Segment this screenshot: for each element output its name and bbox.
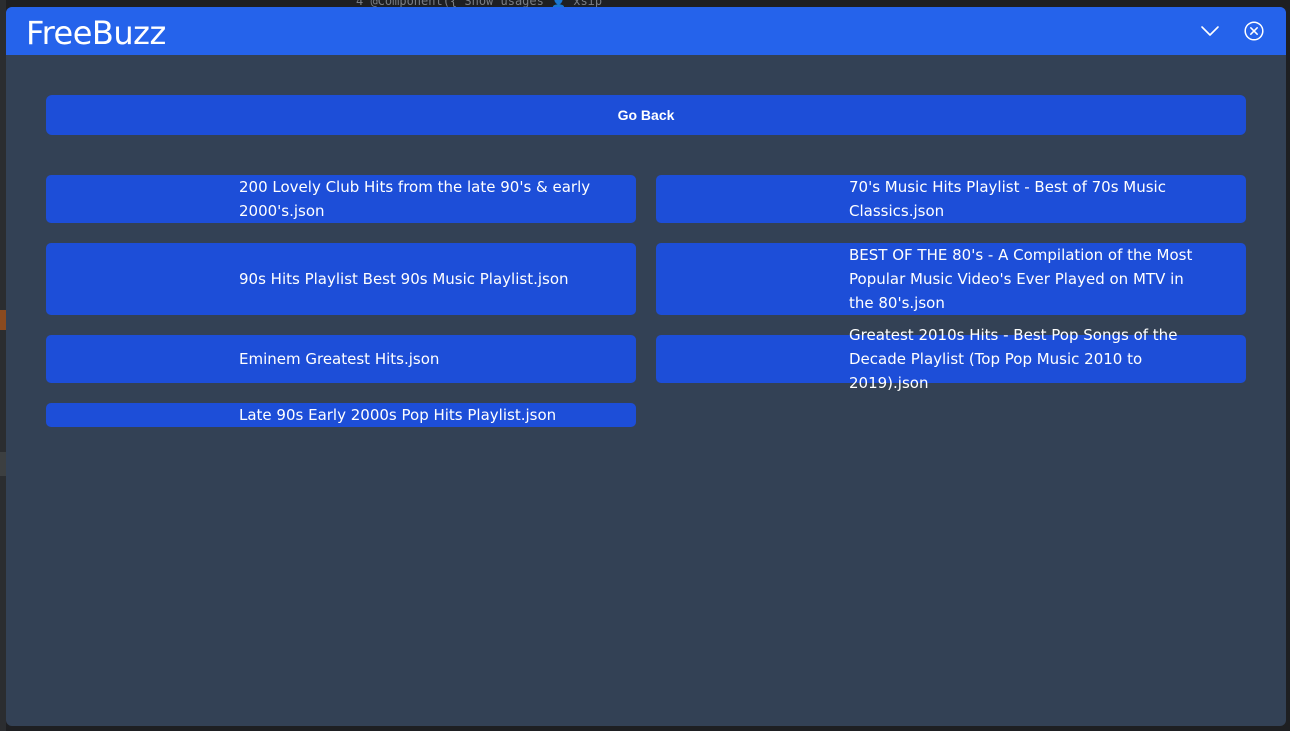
playlist-button[interactable]: Greatest 2010s Hits - Best Pop Songs of … [656, 326, 1246, 392]
playlist-button[interactable]: Eminem Greatest Hits.json [46, 335, 636, 383]
close-circle-icon [1244, 21, 1264, 41]
playlist-button[interactable]: BEST OF THE 80's - A Compilation of the … [656, 243, 1246, 315]
playlist-label: Eminem Greatest Hits.json [239, 350, 440, 368]
minimize-button[interactable] [1198, 19, 1222, 43]
playlist-button[interactable]: Late 90s Early 2000s Pop Hits Playlist.j… [46, 403, 636, 427]
playlist-label: 70's Music Hits Playlist - Best of 70s M… [849, 178, 1166, 220]
playlist-label: Late 90s Early 2000s Pop Hits Playlist.j… [239, 406, 557, 424]
playlist-label: 90s Hits Playlist Best 90s Music Playlis… [239, 270, 569, 288]
app-window: FreeBuzz Go Back 200 Lovely Club Hits fr… [6, 7, 1286, 726]
go-back-button[interactable]: Go Back [46, 95, 1246, 135]
playlist-button[interactable]: 70's Music Hits Playlist - Best of 70s M… [656, 175, 1246, 223]
title-bar[interactable]: FreeBuzz [6, 7, 1286, 55]
playlist-button[interactable]: 200 Lovely Club Hits from the late 90's … [46, 175, 636, 223]
playlist-label: 200 Lovely Club Hits from the late 90's … [239, 178, 591, 220]
close-button[interactable] [1242, 19, 1266, 43]
chevron-down-icon [1201, 26, 1219, 36]
app-title: FreeBuzz [26, 14, 166, 52]
playlist-button[interactable]: 90s Hits Playlist Best 90s Music Playlis… [46, 243, 636, 315]
playlist-label: BEST OF THE 80's - A Compilation of the … [849, 246, 1193, 312]
playlist-label: Greatest 2010s Hits - Best Pop Songs of … [849, 326, 1178, 392]
